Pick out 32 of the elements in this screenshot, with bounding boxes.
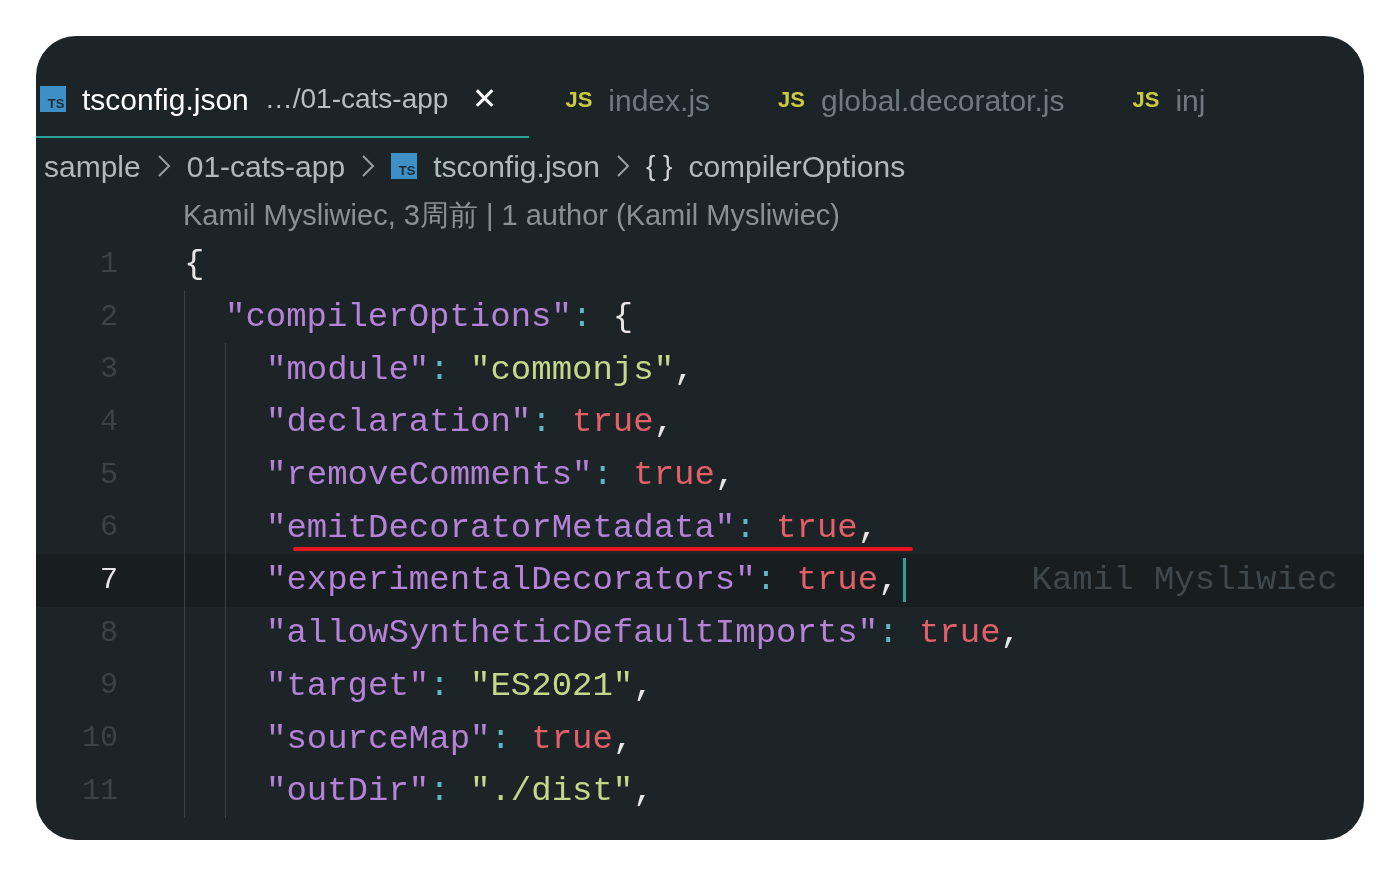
javascript-file-icon: JS	[565, 89, 593, 111]
chevron-right-icon	[361, 154, 376, 178]
editor-tab[interactable]: JS index.js	[529, 62, 743, 138]
line-number: 7	[99, 561, 118, 599]
typescript-file-icon: TS	[391, 153, 418, 179]
code-text: "compilerOptions": {	[225, 300, 634, 335]
chevron-right-icon	[615, 154, 630, 178]
breadcrumb-item[interactable]: sample	[44, 143, 141, 189]
javascript-file-icon: JS	[778, 89, 805, 111]
breadcrumb-item[interactable]: tsconfig.json	[433, 143, 600, 189]
chevron-right-icon	[156, 154, 171, 178]
editor-tab[interactable]: JS inj	[1096, 62, 1238, 138]
code-text: "allowSyntheticDefaultImports": true,	[266, 616, 1021, 651]
code-text: "module": "commonjs",	[266, 352, 695, 387]
object-braces-icon: { }	[645, 145, 673, 187]
text-cursor	[902, 558, 906, 603]
code-text: {	[184, 247, 205, 282]
breadcrumb-item[interactable]: compilerOptions	[688, 143, 906, 189]
code-text: "emitDecoratorMetadata": true,	[266, 510, 879, 545]
code-text: "experimentalDecorators": true,	[266, 563, 899, 598]
code-text: "target": "ES2021",	[266, 668, 654, 703]
editor-tab[interactable]: JS global.decorator.js	[742, 62, 1097, 138]
code-text: "declaration": true,	[266, 405, 675, 440]
breadcrumb-item[interactable]: 01-cats-app	[186, 143, 346, 189]
close-tab-button[interactable]: ✕	[472, 84, 498, 114]
codelens-annotation[interactable]: Kamil Mysliwiec, 3周前 | 1 author (Kamil Mysliwiec)	[183, 194, 840, 238]
code-text: "removeComments": true,	[266, 458, 736, 493]
code-text: "sourceMap": true,	[266, 721, 634, 756]
javascript-file-icon: JS	[1132, 89, 1160, 111]
code-text: "outDir": "./dist",	[266, 774, 654, 809]
typescript-file-icon: TS	[40, 86, 66, 112]
editor-tab[interactable]: TS tsconfig.json …/01-cats-app ✕	[36, 62, 530, 138]
